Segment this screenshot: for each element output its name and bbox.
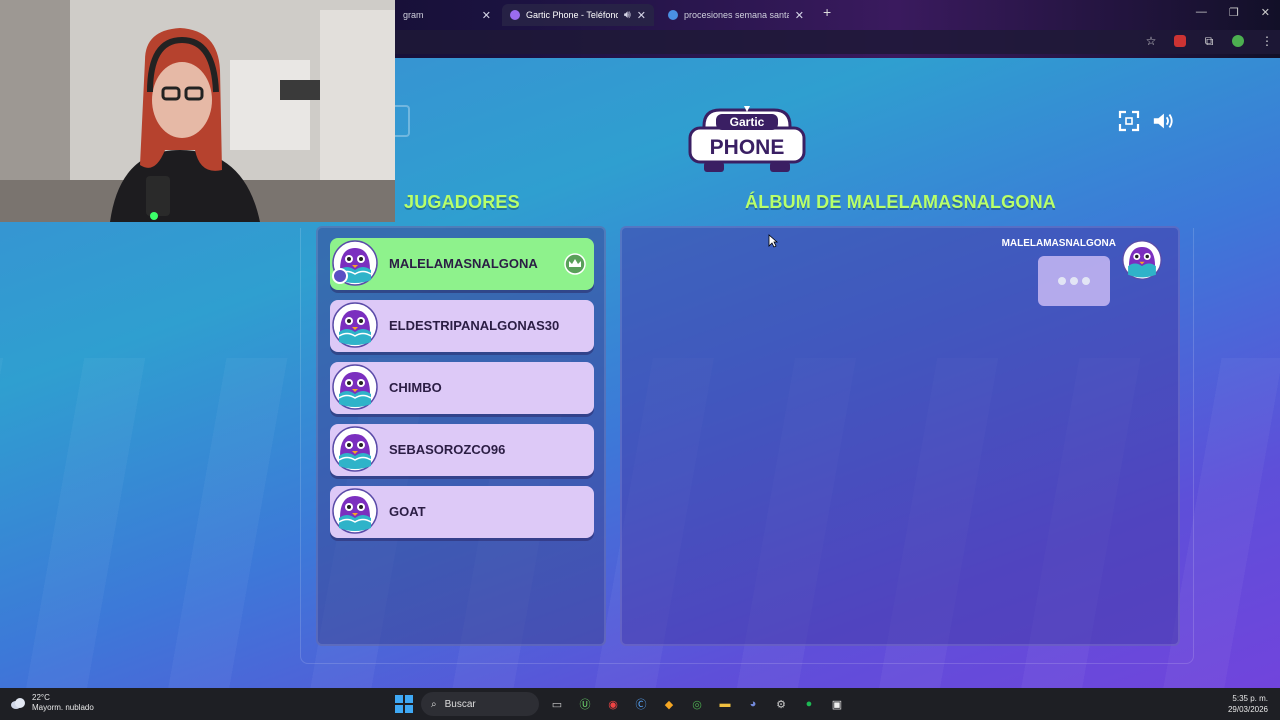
google-favicon-icon <box>668 10 678 20</box>
weather-description: Mayorm. nublado <box>32 703 94 712</box>
gartic-phone-logo: Gartic PHONE <box>688 106 806 172</box>
album-heading: ÁLBUM DE MALELAMASNALGONA <box>745 192 1056 212</box>
tab-gartic-phone[interactable]: Gartic Phone - Teléfono De 🔊︎ ✕ <box>502 4 654 26</box>
svg-text:Gartic: Gartic <box>730 115 765 129</box>
restore-button[interactable]: ❐ <box>1229 6 1239 19</box>
clock-time: 5:35 p. m. <box>1232 694 1268 703</box>
tab-strip: gram ✕ Gartic Phone - Teléfono De 🔊︎ ✕ p… <box>395 4 1200 26</box>
player-row[interactable]: CHIMBO <box>330 362 594 414</box>
tab-procesiones[interactable]: procesiones semana santa colo ✕ <box>660 4 812 26</box>
player-name: SEBASOROZCO96 <box>389 442 506 457</box>
mouse-cursor-icon <box>768 234 778 248</box>
system-clock[interactable]: 5:35 p. m. 29/03/2026 <box>1228 693 1268 715</box>
taskbar: 22°C Mayorm. nublado ⌕ Buscar ▭ Ⓤ ◉ Ⓒ ◆ … <box>0 688 1280 720</box>
player-row[interactable]: SEBASOROZCO96 <box>330 424 594 476</box>
streamer-webcam-image <box>0 0 395 222</box>
svg-text:PHONE: PHONE <box>710 136 785 159</box>
app-red-icon[interactable]: ◉ <box>603 694 623 714</box>
cloud-icon <box>11 698 25 709</box>
players-heading: JUGADORES <box>404 192 520 212</box>
back-button[interactable] <box>395 105 410 137</box>
player-avatar-icon <box>332 488 378 534</box>
player-avatar-icon <box>332 302 378 348</box>
typing-dot <box>1082 277 1090 285</box>
crown-icon <box>564 253 586 275</box>
typing-indicator <box>1038 256 1110 306</box>
player-name: GOAT <box>389 504 426 519</box>
player-row[interactable]: ELDESTRIPANALGONAS30 <box>330 300 594 352</box>
address-bar[interactable]: ☆ ⧉ ⋮ <box>395 30 1280 54</box>
players-panel: MALELAMASNALGONA ELDESTRIPANALGONAS30 CH… <box>316 226 606 646</box>
puzzle-icon[interactable]: ⧉ <box>1202 34 1216 48</box>
tab-instagram[interactable]: gram ✕ <box>395 4 499 26</box>
app-settings-icon[interactable]: ⚙ <box>771 694 791 714</box>
player-row-host[interactable]: MALELAMASNALGONA <box>330 238 594 290</box>
gartic-favicon-icon <box>510 10 520 20</box>
search-icon: ⌕ <box>431 698 437 710</box>
player-row[interactable]: GOAT <box>330 486 594 538</box>
menu-kebab-icon[interactable]: ⋮ <box>1260 34 1274 48</box>
search-placeholder: Buscar <box>444 698 476 710</box>
copilot-icon[interactable]: ◆ <box>659 694 679 714</box>
volume-icon[interactable] <box>1152 110 1174 132</box>
file-explorer-icon[interactable]: ▬ <box>715 694 735 714</box>
new-tab-button[interactable]: + <box>823 4 831 20</box>
album-username: MALELAMASNALGONA <box>1001 238 1116 249</box>
extension-badge-icon[interactable] <box>1174 35 1186 47</box>
toolbar-icons: ☆ ⧉ ⋮ <box>1144 34 1274 48</box>
weather-widget[interactable]: 22°C Mayorm. nublado <box>10 693 94 713</box>
player-name: ELDESTRIPANALGONAS30 <box>389 318 560 333</box>
player-name: MALELAMASNALGONA <box>389 256 538 271</box>
tab-title: procesiones semana santa colo <box>684 10 789 20</box>
speaker-icon[interactable]: 🔊︎ <box>624 9 631 22</box>
minimize-button[interactable]: — <box>1196 6 1207 19</box>
player-avatar-icon <box>332 364 378 410</box>
star-icon[interactable]: ☆ <box>1144 34 1158 48</box>
weather-temp: 22°C <box>32 693 50 702</box>
player-avatar-icon <box>332 426 378 472</box>
webcam-overlay <box>0 0 395 222</box>
close-icon[interactable]: ✕ <box>637 9 646 22</box>
task-view-icon[interactable]: ▭ <box>547 694 567 714</box>
player-name: CHIMBO <box>389 380 442 395</box>
app-c-icon[interactable]: Ⓒ <box>631 694 651 714</box>
typing-dot <box>1070 277 1078 285</box>
discord-icon[interactable]: ◕ <box>743 694 763 714</box>
taskbar-search[interactable]: ⌕ Buscar <box>421 692 539 716</box>
taskbar-apps: ⌕ Buscar ▭ Ⓤ ◉ Ⓒ ◆ ◎ ▬ ◕ ⚙ ● ▣ <box>395 692 847 716</box>
album-avatar-icon <box>1122 240 1162 280</box>
tab-title: Gartic Phone - Teléfono De <box>526 10 618 20</box>
top-right-controls <box>1118 110 1174 132</box>
typing-dot <box>1058 277 1066 285</box>
close-window-button[interactable]: ✕ <box>1261 6 1270 19</box>
windows-start-icon[interactable] <box>395 695 413 713</box>
album-panel: MALELAMASNALGONA <box>620 226 1180 646</box>
epic-games-icon[interactable]: ▣ <box>827 694 847 714</box>
close-icon[interactable]: ✕ <box>795 9 804 22</box>
clock-date: 29/03/2026 <box>1227 705 1268 714</box>
host-user-icon <box>332 268 348 284</box>
spotify-icon[interactable]: ● <box>799 694 819 714</box>
profile-avatar[interactable] <box>1232 35 1244 47</box>
window-controls: — ❐ ✕ <box>1196 6 1270 19</box>
tab-title: gram <box>403 10 424 20</box>
close-icon[interactable]: ✕ <box>482 9 491 22</box>
chrome-icon[interactable]: ◎ <box>687 694 707 714</box>
utorrent-icon[interactable]: Ⓤ <box>575 694 595 714</box>
fullscreen-icon[interactable] <box>1118 110 1140 132</box>
